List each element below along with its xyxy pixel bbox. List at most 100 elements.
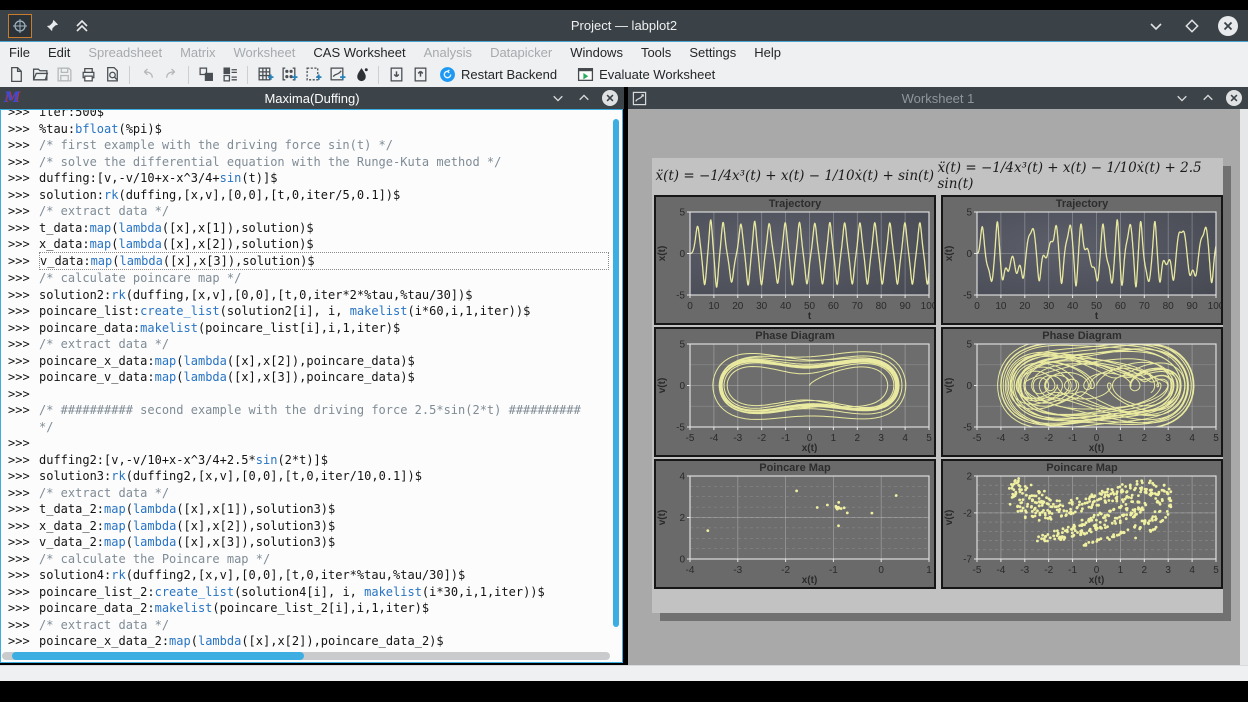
svg-text:v(t): v(t) [944,510,955,526]
statusbar [0,665,1248,681]
horizontal-scrollbar-thumb[interactable] [12,652,304,660]
svg-text:-5: -5 [973,565,982,576]
evaluate-worksheet-button[interactable]: Evaluate Worksheet [570,65,722,84]
console-line: >>>%tau:bfloat(%pi)$ [1,121,611,138]
menu-settings[interactable]: Settings [680,43,745,62]
svg-text:-5: -5 [963,291,972,302]
worksheet-view[interactable]: ẍ(t) = −1/4x³(t) + x(t) − 1/10ẋ(t) + sin… [628,109,1248,665]
plot-poincare-map-1[interactable]: Poincare Map-4-3-2-101024x(t)v(t) [654,459,936,589]
plot-trajectory-2[interactable]: Trajectory0102030405060708090100-505tx(t… [941,195,1223,325]
menu-tools[interactable]: Tools [632,43,680,62]
console-prompt: >>> [1,518,39,535]
worksheet-panel-title: Worksheet 1 [628,91,1248,106]
plot-trajectory-1[interactable]: Trajectory0102030405060708090100-505tx(t… [654,195,936,325]
svg-text:x(t): x(t) [802,575,818,586]
worksheet-close-icon[interactable] [1226,90,1242,106]
plot-phase-diagram-1[interactable]: Phase Diagram-5-4-3-2-1012345-505x(t)v(t… [654,327,936,457]
svg-text:v(t): v(t) [944,378,955,394]
console-prompt: >>> [1,287,39,304]
console-line: >>>/* extract data */ [1,485,611,502]
svg-text:5: 5 [1213,433,1219,444]
print-preview-icon[interactable] [100,64,124,86]
new-workbook-icon[interactable] [194,64,218,86]
svg-text:0: 0 [679,249,685,260]
console-command: duffing:[v,-v/10+x-x^3/4+sin(t)]$ [39,170,609,187]
new-datapicker-icon[interactable] [349,64,373,86]
toolbar-separator [247,66,248,84]
export-icon[interactable] [408,64,432,86]
menu-worksheet: Worksheet [224,43,304,62]
svg-text:-4: -4 [686,565,695,576]
console-prompt: >>> [1,485,39,502]
plot-poincare-map-2[interactable]: Poincare Map-5-4-3-2-10123452-2-7x(t)v(t… [941,459,1223,589]
import-icon[interactable] [384,64,408,86]
console-command: /* extract data */ [39,336,609,353]
console-line: >>>/* calculate poincare map */ [1,270,611,287]
console-line: >>>t_data:map(lambda([x],x[1]),solution)… [1,220,611,237]
console-prompt: >>> [1,501,39,518]
svg-text:0: 0 [679,381,685,392]
menu-help[interactable]: Help [745,43,790,62]
maxima-console[interactable]: >>>iter:500$>>>%tau:bfloat(%pi)$>>>/* fi… [0,109,623,663]
console-line: >>>/* calculate the Poincare map */ [1,551,611,568]
restart-backend-label: Restart Backend [461,67,557,82]
new-folder-list-icon[interactable] [218,64,242,86]
restore-button[interactable] [1182,16,1202,36]
console-code-area[interactable]: >>>iter:500$>>>%tau:bfloat(%pi)$>>>/* fi… [1,109,611,650]
new-matrix-workbook-icon[interactable] [301,64,325,86]
svg-text:2: 2 [1142,565,1148,576]
console-prompt: >>> [1,617,39,634]
close-button[interactable] [1218,16,1238,36]
console-vertical-scrollbar[interactable] [611,111,621,651]
console-command: x_data:map(lambda([x],x[2]),solution)$ [39,236,609,253]
svg-text:60: 60 [1115,301,1127,312]
open-folder-icon[interactable] [28,64,52,86]
console-horizontal-scrollbar[interactable] [2,652,610,660]
worksheet-maximize-icon[interactable] [1200,90,1216,106]
console-panel-titlebar[interactable]: M Maxima(Duffing) [0,87,624,109]
new-document-icon[interactable] [4,64,28,86]
console-prompt: >>> [1,154,39,171]
worksheet-vertical-scrollbar[interactable] [1240,109,1248,665]
console-command: /* ########## second example with the dr… [39,402,609,419]
menu-file[interactable]: File [0,43,39,62]
console-prompt: >>> [1,187,39,204]
console-current-command[interactable]: v_data:map(lambda([x],x[3]),solution)$ [39,252,609,271]
toolbar-separator [188,66,189,84]
worksheet-minimize-icon[interactable] [1174,90,1190,106]
print-icon[interactable] [76,64,100,86]
svg-text:5: 5 [1213,565,1219,576]
svg-text:1: 1 [831,433,837,444]
svg-text:5: 5 [679,208,685,219]
vertical-scrollbar-thumb[interactable] [613,119,619,627]
application-window: Project — labplot2 FileEditSpreadsheetMa… [0,0,1248,702]
menu-matrix: Matrix [171,43,224,62]
restart-backend-button[interactable]: Restart Backend [432,65,564,84]
new-matrix-icon[interactable] [277,64,301,86]
console-command: solution4:rk(duffing2,[x,v],[0,0],[t,0,i… [39,567,609,584]
minimize-button[interactable] [1146,16,1166,36]
menu-edit[interactable]: Edit [39,43,79,62]
svg-text:t: t [808,311,812,322]
console-prompt: >>> [1,435,39,452]
console-maximize-icon[interactable] [576,90,592,106]
menu-cas-worksheet[interactable]: CAS Worksheet [304,43,414,62]
console-command: /* calculate the Poincare map */ [39,551,609,568]
menu-windows[interactable]: Windows [561,43,632,62]
svg-text:0: 0 [687,301,693,312]
svg-text:x(t): x(t) [1089,443,1105,454]
console-command: poincare_data_2:makelist(poincare_list_2… [39,600,609,617]
console-line: >>>/* extract data */ [1,336,611,353]
worksheet-panel-titlebar[interactable]: Worksheet 1 [628,87,1248,109]
console-minimize-icon[interactable] [550,90,566,106]
new-worksheet-icon[interactable] [325,64,349,86]
console-prompt: >>> [1,220,39,237]
svg-text:4: 4 [902,433,908,444]
console-close-icon[interactable] [602,90,618,106]
plot-phase-diagram-2[interactable]: Phase Diagram-5-4-3-2-1012345-505x(t)v(t… [941,327,1223,457]
svg-text:5: 5 [679,340,685,351]
console-line: >>>x_data:map(lambda([x],x[2]),solution)… [1,236,611,253]
svg-text:0: 0 [974,301,980,312]
new-spreadsheet-icon[interactable] [253,64,277,86]
console-prompt: >>> [1,386,39,403]
